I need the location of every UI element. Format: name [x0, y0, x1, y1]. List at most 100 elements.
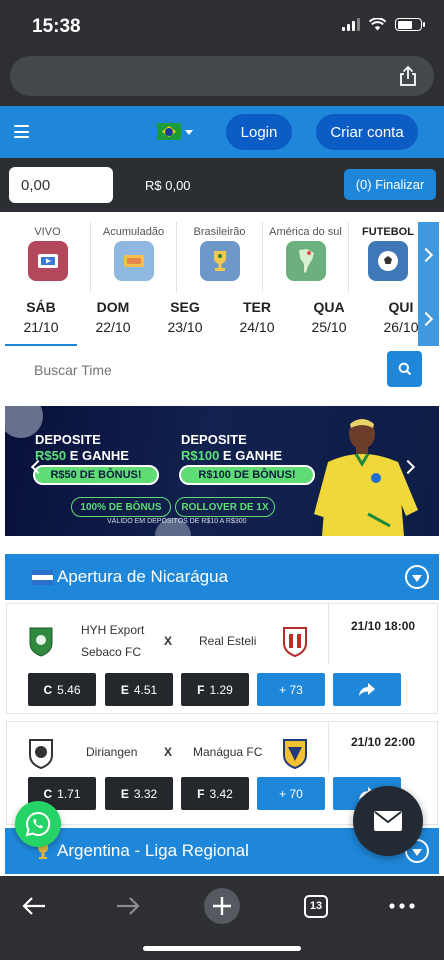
- browser-top-bar: [0, 50, 444, 106]
- category-label: VIVO: [34, 226, 61, 238]
- share-match-button[interactable]: [333, 673, 401, 706]
- odd-home-button[interactable]: C 5.46: [28, 673, 96, 706]
- away-team-name: Manágua FC: [193, 745, 263, 759]
- team-crest-icon: [283, 627, 307, 657]
- chevron-right-icon: [418, 247, 434, 263]
- banner-right-earn: E GANHE: [219, 448, 283, 463]
- odd-label: E: [120, 786, 129, 801]
- whatsapp-button[interactable]: [15, 801, 61, 847]
- tabs-button[interactable]: 13: [296, 886, 336, 926]
- date-tab-day: QUI: [388, 299, 414, 315]
- more-options-button[interactable]: [382, 886, 422, 926]
- odd-label: F: [197, 682, 205, 697]
- date-tab-day: SEG: [170, 299, 200, 315]
- odd-draw-button[interactable]: E 4.51: [105, 673, 173, 706]
- active-tab-indicator: [5, 344, 77, 346]
- match-datetime: 21/10 18:00: [351, 619, 416, 633]
- banner-right-bonus-pill: R$100 DE BÔNUS!: [179, 465, 315, 485]
- banner-left-heading: DEPOSITE: [35, 432, 101, 447]
- site-header: Login Criar conta: [0, 106, 444, 158]
- banner-right-amount: R$100: [181, 448, 220, 463]
- home-team-name: Diriangen: [86, 745, 138, 759]
- odd-value: 1.29: [209, 682, 233, 697]
- versus-label: X: [164, 745, 173, 759]
- match-datetime: 21/10 22:00: [351, 735, 416, 749]
- category-america-do-sul[interactable]: América do sul: [263, 222, 349, 292]
- date-tab[interactable]: SEG 23/10: [149, 298, 221, 344]
- home-indicator: [143, 946, 301, 951]
- date-tab[interactable]: QUA 25/10: [293, 298, 365, 344]
- league-header[interactable]: Apertura de Nicarágua: [5, 554, 439, 600]
- odd-value: 3.42: [209, 786, 233, 801]
- cellular-signal-icon: [342, 18, 360, 31]
- promo-banner[interactable]: DEPOSITE R$50 E GANHE R$50 DE BÔNUS! DEP…: [5, 406, 439, 536]
- odd-label: E: [120, 682, 129, 697]
- finish-button[interactable]: (0) Finalizar: [344, 169, 436, 200]
- odd-away-button[interactable]: F 3.42: [181, 777, 249, 810]
- category-futebol[interactable]: FUTEBOL: [349, 222, 427, 292]
- browser-toolbar: 13: [0, 876, 444, 960]
- odd-label: C: [43, 682, 53, 697]
- nicaragua-flag-icon: [32, 570, 53, 585]
- ticket-icon: [113, 241, 154, 281]
- date-tabs: SÁB 21/10 DOM 22/10 SEG 23/10 TER 24/10 …: [5, 298, 418, 344]
- brazil-flag-icon[interactable]: [157, 123, 181, 140]
- forward-button[interactable]: [108, 886, 148, 926]
- back-button[interactable]: [14, 886, 54, 926]
- date-tab-day: DOM: [96, 299, 130, 315]
- menu-icon[interactable]: [14, 125, 29, 138]
- chevron-down-icon: [412, 848, 422, 856]
- team-crest-icon: [29, 739, 53, 769]
- new-tab-button[interactable]: [202, 886, 242, 926]
- league-name: Argentina - Liga Regional: [57, 841, 249, 860]
- more-markets-button[interactable]: + 73: [257, 673, 325, 706]
- date-tab[interactable]: SÁB 21/10: [5, 298, 77, 344]
- tab-count: 13: [304, 894, 328, 918]
- category-acumuladao[interactable]: Acumuladão: [91, 222, 177, 292]
- arrow-right-icon: [117, 897, 140, 915]
- south-america-icon: [285, 241, 326, 281]
- login-button[interactable]: Login: [226, 114, 292, 150]
- banner-left-subheading: R$50 E GANHE: [35, 448, 129, 463]
- search-button[interactable]: [387, 351, 422, 387]
- trophy-icon: [199, 241, 240, 281]
- match-card: HYH Export Sebaco FC X Real Esteli 21/10…: [6, 603, 438, 714]
- odd-value: 5.46: [57, 682, 81, 697]
- chevron-down-icon[interactable]: [185, 130, 193, 135]
- date-tab[interactable]: DOM 22/10: [77, 298, 149, 344]
- address-bar[interactable]: [10, 56, 434, 96]
- more-dots-icon: [389, 903, 415, 909]
- date-tab[interactable]: QUI 26/10: [365, 298, 437, 344]
- banner-left-bonus-pill: R$50 DE BÔNUS!: [33, 465, 159, 485]
- date-tab-day: SÁB: [26, 299, 56, 315]
- collapse-toggle-button[interactable]: [405, 565, 429, 589]
- odd-label: C: [43, 786, 53, 801]
- more-markets-button[interactable]: + 70: [257, 777, 325, 810]
- share-icon[interactable]: [396, 64, 420, 88]
- team-search-input[interactable]: [22, 353, 382, 387]
- banner-bonus-badge: 100% DE BÔNUS: [71, 497, 171, 517]
- date-tab-date: 21/10: [23, 319, 59, 335]
- stake-input[interactable]: [9, 167, 113, 203]
- register-button[interactable]: Criar conta: [316, 114, 418, 150]
- odd-away-button[interactable]: F 1.29: [181, 673, 249, 706]
- date-tab-date: 23/10: [167, 319, 203, 335]
- bet-bar: R$ 0,00 (0) Finalizar: [0, 158, 444, 212]
- date-tab-day: QUA: [313, 299, 345, 315]
- team-crest-icon: [29, 627, 53, 657]
- date-tab-day: TER: [243, 299, 271, 315]
- category-label: Acumuladão: [102, 226, 165, 238]
- category-label: Brasileirão: [193, 226, 246, 238]
- date-tab-date: 22/10: [95, 319, 131, 335]
- banner-rollover-badge: ROLLOVER DE 1X: [175, 497, 275, 517]
- battery-icon: [395, 18, 425, 31]
- category-brasileirao[interactable]: Brasileirão: [177, 222, 263, 292]
- share-arrow-icon: [359, 683, 375, 696]
- odd-draw-button[interactable]: E 3.32: [105, 777, 173, 810]
- date-tab-date: 24/10: [239, 319, 275, 335]
- date-tab[interactable]: TER 24/10: [221, 298, 293, 344]
- category-vivo[interactable]: VIVO: [5, 222, 91, 292]
- contact-mail-button[interactable]: [353, 786, 423, 856]
- away-team-name: Real Esteli: [199, 634, 257, 648]
- home-team-name: HYH Export: [81, 623, 145, 637]
